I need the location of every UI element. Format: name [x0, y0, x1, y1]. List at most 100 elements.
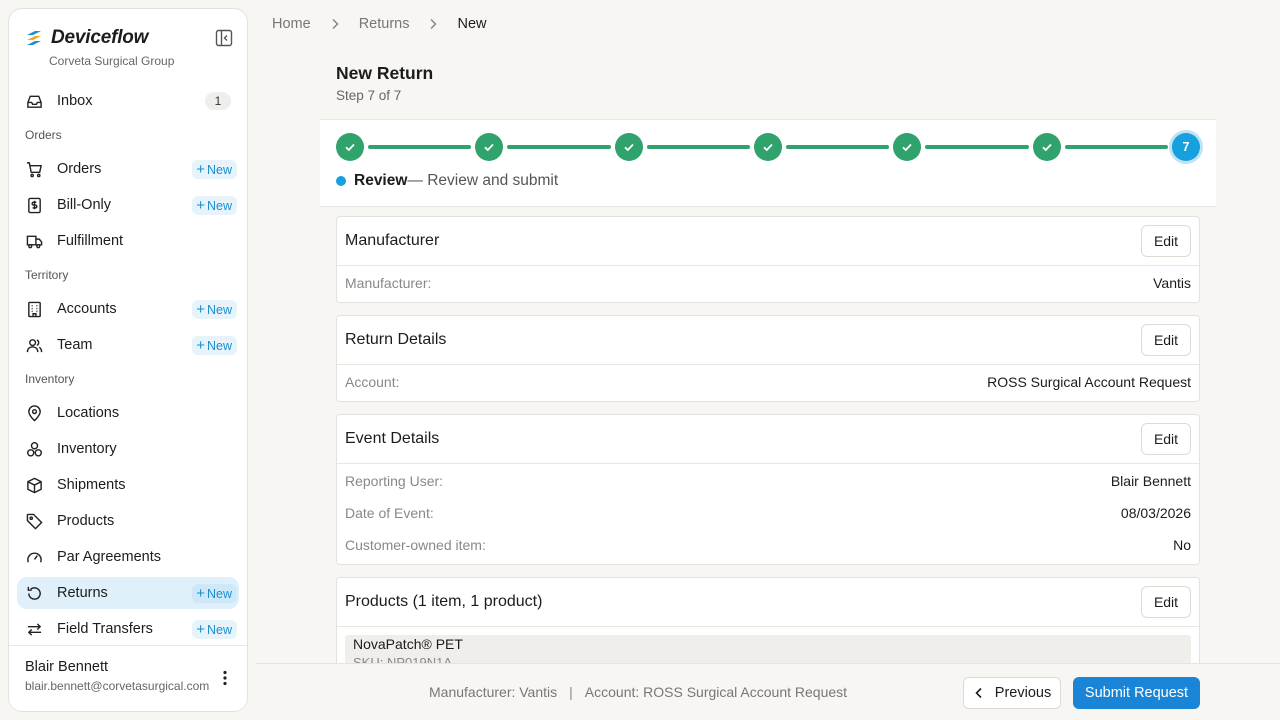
summary-divider: | [569, 684, 573, 700]
sidebar: Deviceflow Corveta Surgical Group Inbox … [8, 8, 248, 712]
edit-event-details-button[interactable]: Edit [1141, 423, 1191, 455]
new-label: New [206, 586, 232, 601]
detail-label: Customer-owned item: [345, 537, 486, 553]
product-name: NovaPatch® PET [353, 636, 463, 652]
dollar-receipt-icon [25, 196, 43, 214]
current-step-description: — Review and submit [407, 172, 559, 189]
previous-label: Previous [994, 685, 1052, 701]
return-icon [25, 584, 43, 602]
edit-return-details-button[interactable]: Edit [1141, 324, 1191, 356]
new-order-button[interactable]: + New [192, 160, 237, 179]
deviceflow-logo-icon [27, 31, 41, 45]
detail-value: No [1173, 537, 1191, 553]
breadcrumb-home[interactable]: Home [272, 16, 311, 32]
nav-section-territory: Territory [25, 268, 69, 282]
section-header: Products (1 item, 1 product) Edit [337, 578, 1199, 627]
sidebar-item-bill-only[interactable]: Bill-Only + New [17, 189, 239, 221]
gauge-icon [25, 548, 43, 566]
chevron-left-icon [975, 687, 982, 699]
user-email: blair.bennett@corvetasurgical.com [25, 679, 210, 693]
sidebar-item-field-transfers[interactable]: Field Transfers + New [17, 613, 239, 645]
chevron-right-icon [332, 18, 339, 30]
user-profile[interactable]: Blair Bennett blair.bennett@corvetasurgi… [9, 645, 247, 711]
detail-row: Date of Event: 08/03/2026 [337, 496, 1199, 528]
section-header: Return Details Edit [337, 316, 1199, 365]
inbox-count-badge: 1 [205, 92, 231, 110]
current-step-indicator: 7 [1172, 133, 1200, 161]
sidebar-item-fulfillment[interactable]: Fulfillment [17, 225, 239, 257]
sidebar-item-label: Team [57, 337, 93, 353]
breadcrumb-returns[interactable]: Returns [359, 16, 410, 32]
sidebar-item-label: Par Agreements [57, 549, 161, 565]
sidebar-item-inventory[interactable]: Inventory [17, 433, 239, 465]
step-connector [786, 145, 890, 149]
section-title: Return Details [345, 331, 447, 348]
detail-label: Account: [345, 374, 400, 390]
new-account-button[interactable]: + New [192, 300, 237, 319]
progress-stepper: 7 Review — Review and submit [320, 119, 1216, 207]
new-label: New [206, 622, 232, 637]
new-field-transfer-button[interactable]: + New [192, 620, 237, 639]
sidebar-item-accounts[interactable]: Accounts + New [17, 293, 239, 325]
detail-value: Blair Bennett [1110, 473, 1191, 489]
building-icon [25, 300, 43, 318]
summary-manufacturer: Manufacturer: Vantis [429, 684, 558, 700]
sidebar-item-inbox[interactable]: Inbox 1 [17, 85, 239, 117]
new-return-button[interactable]: + New [192, 584, 237, 603]
manufacturer-section: Manufacturer Edit Manufacturer: Vantis [336, 216, 1200, 303]
sidebar-item-label: Products [57, 513, 115, 529]
brand[interactable]: Deviceflow [25, 25, 148, 51]
inbox-icon [25, 92, 43, 110]
detail-label: Date of Event: [345, 505, 434, 521]
section-title: Products (1 item, 1 product) [345, 593, 543, 610]
truck-icon [25, 232, 43, 250]
sidebar-item-label: Shipments [57, 477, 126, 493]
section-header: Manufacturer Edit [337, 217, 1199, 266]
detail-row: Account: ROSS Surgical Account Request [337, 365, 1199, 401]
section-header: Event Details Edit [337, 415, 1199, 464]
chevron-right-icon [430, 18, 438, 30]
new-label: New [206, 162, 232, 177]
submit-request-button[interactable]: Submit Request [1073, 677, 1200, 709]
sidebar-item-returns[interactable]: Returns + New [17, 577, 239, 609]
user-name: Blair Bennett [25, 659, 109, 675]
wizard-footer: Manufacturer: Vantis | Account: ROSS Sur… [256, 663, 1280, 720]
nav-section-inventory: Inventory [25, 372, 75, 386]
new-bill-only-button[interactable]: + New [192, 196, 237, 215]
edit-products-button[interactable]: Edit [1141, 586, 1191, 618]
previous-button[interactable]: Previous [963, 677, 1061, 709]
detail-label: Reporting User: [345, 473, 444, 489]
sidebar-item-orders[interactable]: Orders + New [17, 153, 239, 185]
sidebar-item-shipments[interactable]: Shipments [17, 469, 239, 501]
step-connector [1064, 145, 1168, 149]
review-content: Manufacturer Edit Manufacturer: Vantis R… [256, 208, 1280, 663]
step-connector [368, 145, 472, 149]
boxes-icon [25, 440, 43, 458]
summary-account: Account: ROSS Surgical Account Request [584, 684, 848, 700]
section-title: Manufacturer [345, 232, 440, 249]
edit-manufacturer-button[interactable]: Edit [1141, 225, 1191, 257]
completed-step-check-icon [754, 133, 782, 161]
new-label: New [206, 198, 232, 213]
detail-row: Manufacturer: Vantis [337, 266, 1199, 302]
footer-summary: Manufacturer: Vantis | Account: ROSS Sur… [429, 684, 847, 700]
new-team-button[interactable]: + New [192, 336, 237, 355]
page-step: Step 7 of 7 [336, 88, 402, 103]
detail-value: 08/03/2026 [1120, 505, 1191, 521]
completed-step-check-icon [1032, 133, 1061, 161]
detail-row: Reporting User: Blair Bennett [337, 464, 1199, 496]
app-name: Deviceflow [51, 27, 149, 48]
sidebar-item-team[interactable]: Team + New [17, 329, 239, 361]
more-vertical-icon[interactable] [217, 669, 233, 687]
completed-step-check-icon [893, 133, 922, 161]
sidebar-item-par-agreements[interactable]: Par Agreements [17, 541, 239, 573]
tag-icon [25, 512, 43, 530]
collapse-sidebar-icon[interactable] [215, 29, 233, 47]
detail-row: Customer-owned item: No [337, 528, 1199, 564]
org-name: Corveta Surgical Group [49, 54, 175, 68]
sidebar-item-locations[interactable]: Locations [17, 397, 239, 429]
products-section: Products (1 item, 1 product) Edit NovaPa… [336, 577, 1200, 663]
sidebar-item-label: Inventory [57, 441, 117, 457]
sidebar-item-products[interactable]: Products [17, 505, 239, 537]
step-connector [925, 145, 1029, 149]
